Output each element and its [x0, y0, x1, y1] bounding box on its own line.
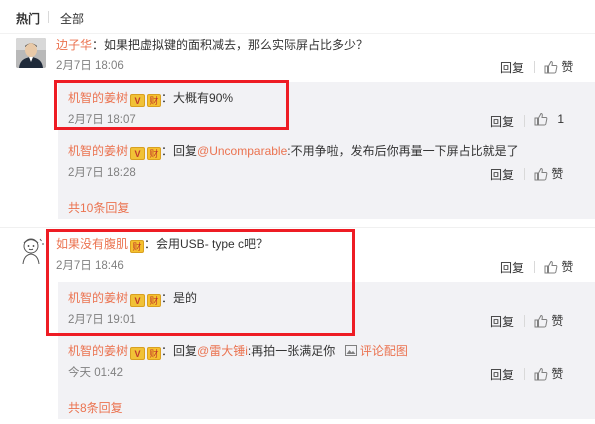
reply-time: 2月7日 18:28	[68, 167, 136, 179]
thumbs-up-icon	[534, 367, 548, 381]
thumbs-up-icon	[534, 314, 548, 328]
finance-badge: 财	[147, 147, 162, 160]
like-label: 赞	[551, 367, 564, 381]
comment-time: 2月7日 18:06	[56, 60, 124, 72]
comment-text: ：如果把虚拟键的面积减去，那么实际屏占比多少？	[92, 38, 369, 52]
thumbs-up-icon	[534, 112, 548, 126]
reply-line: 机智的姜树 V 财：回复@Uncomparable:不用争啦，发布后你再量一下屏占比…	[68, 143, 519, 160]
highlight-box	[46, 229, 355, 336]
action-divider	[534, 61, 535, 73]
reply-text: :不用争啦，发布后你再量一下屏占比就是了	[287, 144, 519, 158]
reply-button[interactable]: 回复	[490, 113, 514, 130]
verified-badge: V	[130, 147, 146, 160]
reply-button[interactable]: 回复	[490, 166, 514, 183]
comment-username[interactable]: 边子华	[56, 38, 92, 52]
reply-username[interactable]: 机智的姜树	[68, 344, 128, 358]
reply-prefix: ：回复	[161, 144, 198, 158]
comment-tabs: 热门 全部	[0, 0, 595, 34]
tab-divider	[48, 11, 49, 23]
thread-divider	[0, 227, 595, 228]
highlight-box	[54, 80, 289, 130]
finance-badge: 财	[147, 347, 162, 360]
image-icon	[344, 345, 357, 356]
comment-image-link[interactable]: 评论配图	[344, 344, 408, 358]
like-label: 赞	[551, 314, 564, 328]
like-count: 1	[557, 112, 565, 126]
reply-time: 今天 01:42	[68, 367, 123, 379]
avatar[interactable]	[16, 235, 46, 265]
action-divider	[524, 368, 525, 380]
thumbs-up-icon	[544, 60, 558, 74]
like-button[interactable]: 赞	[534, 165, 563, 182]
avatar[interactable]	[16, 38, 46, 68]
reply-button[interactable]: 回复	[500, 59, 524, 76]
more-replies-link[interactable]: 共8条回复	[68, 399, 123, 416]
reply-username[interactable]: 机智的姜树	[68, 144, 128, 158]
like-button[interactable]: 赞	[544, 258, 573, 275]
action-divider	[524, 115, 525, 127]
action-divider	[524, 315, 525, 327]
mention-link[interactable]: @Uncomparable	[197, 144, 287, 158]
like-button[interactable]: 1	[534, 112, 564, 126]
reply-text: :再拍一张满足你	[247, 344, 336, 358]
reply-button[interactable]: 回复	[490, 366, 514, 383]
tab-hot[interactable]: 热门	[16, 10, 40, 27]
like-label: 赞	[561, 260, 574, 274]
tab-all[interactable]: 全部	[60, 10, 84, 27]
verified-badge: V	[130, 347, 146, 360]
reply-prefix: ：回复	[161, 344, 198, 358]
more-replies-link[interactable]: 共10条回复	[68, 199, 129, 216]
like-button[interactable]: 赞	[544, 58, 573, 75]
action-divider	[534, 261, 535, 273]
reply-line: 机智的姜树 V 财：回复@雷大锤i:再拍一张满足你 评论配图	[68, 343, 408, 360]
like-label: 赞	[551, 167, 564, 181]
reply-button[interactable]: 回复	[490, 313, 514, 330]
comment-image-label: 评论配图	[359, 344, 408, 358]
comment-line: 边子华：如果把虚拟键的面积减去，那么实际屏占比多少？	[56, 37, 368, 53]
like-button[interactable]: 赞	[534, 312, 563, 329]
thumbs-up-icon	[544, 260, 558, 274]
like-label: 赞	[561, 60, 574, 74]
mention-link[interactable]: @雷大锤i	[197, 344, 248, 358]
like-button[interactable]: 赞	[534, 365, 563, 382]
action-divider	[524, 168, 525, 180]
thumbs-up-icon	[534, 167, 548, 181]
reply-button[interactable]: 回复	[500, 259, 524, 276]
